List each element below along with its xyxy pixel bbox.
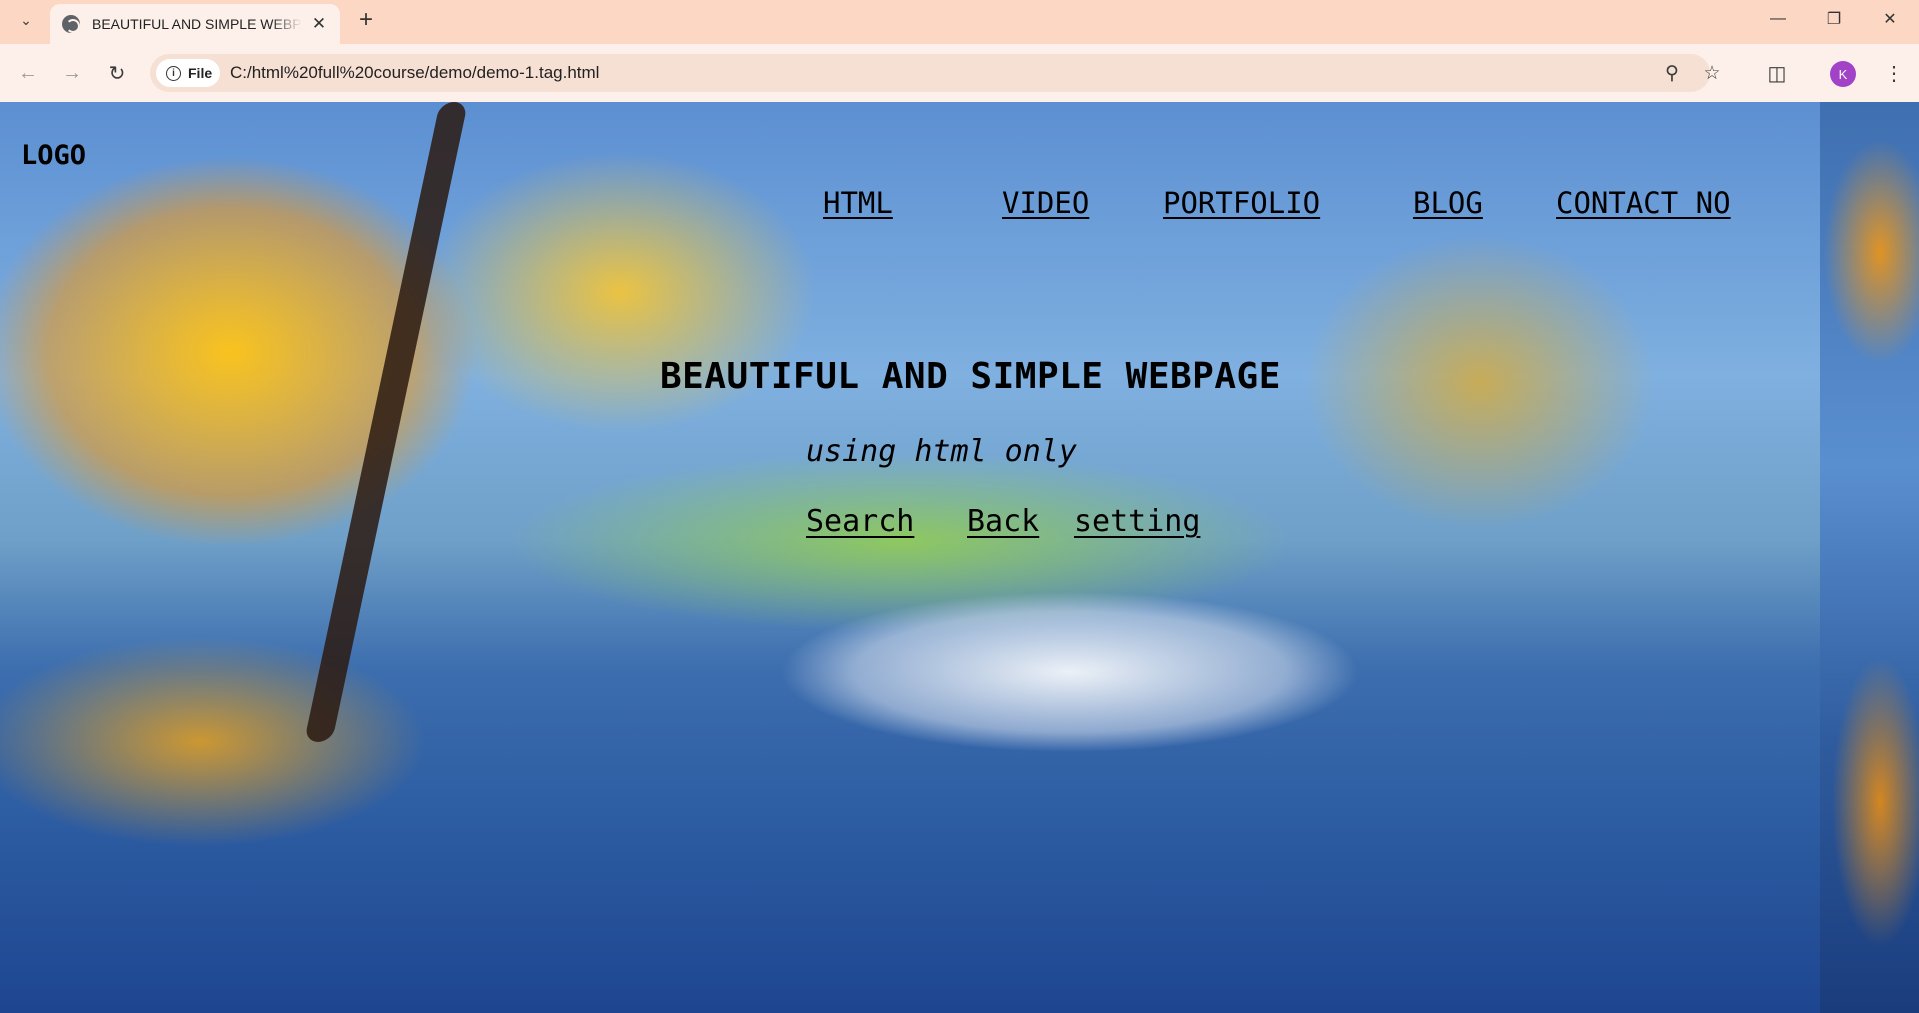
reload-icon[interactable]: ↻ bbox=[101, 57, 133, 89]
nav-link-contact[interactable]: CONTACT NO bbox=[1556, 186, 1731, 220]
puzzle-icon[interactable]: ◫ bbox=[1761, 57, 1793, 89]
site-chip-label: File bbox=[188, 65, 213, 81]
nav-link-video[interactable]: VIDEO bbox=[1002, 186, 1089, 220]
search-link[interactable]: Search bbox=[806, 504, 914, 539]
close-icon[interactable]: ✕ bbox=[308, 13, 330, 35]
browser-toolbar: ← → ↻ i File C:/html%20full%20course/dem… bbox=[0, 44, 1919, 102]
url-text[interactable]: C:/html%20full%20course/demo/demo-1.tag.… bbox=[230, 63, 599, 83]
nav-link-portfolio[interactable]: PORTFOLIO bbox=[1163, 186, 1320, 220]
page-viewport: LOGO HTML VIDEO PORTFOLIO BLOG CONTACT N… bbox=[0, 102, 1919, 1013]
site-info-chip[interactable]: i File bbox=[156, 59, 220, 87]
tab-title: BEAUTIFUL AND SIMPLE WEBPAGE bbox=[92, 16, 302, 32]
kebab-menu-icon[interactable]: ⋮ bbox=[1878, 57, 1910, 89]
info-icon: i bbox=[166, 65, 181, 81]
nav-link-html[interactable]: HTML bbox=[823, 186, 893, 220]
page-subtitle: using html only bbox=[806, 434, 1077, 469]
new-tab-button[interactable]: + bbox=[352, 6, 380, 34]
globe-icon bbox=[62, 15, 80, 33]
minimize-icon[interactable]: — bbox=[1750, 0, 1806, 38]
page-title: BEAUTIFUL AND SIMPLE WEBPAGE bbox=[660, 356, 1281, 397]
browser-tab[interactable]: BEAUTIFUL AND SIMPLE WEBPAGE ✕ bbox=[50, 4, 340, 44]
nav-link-blog[interactable]: BLOG bbox=[1413, 186, 1483, 220]
close-window-icon[interactable]: ✕ bbox=[1862, 0, 1918, 38]
webpage: LOGO HTML VIDEO PORTFOLIO BLOG CONTACT N… bbox=[0, 102, 1820, 1013]
background-image-repeat bbox=[1820, 102, 1919, 1013]
star-icon[interactable]: ☆ bbox=[1698, 59, 1726, 87]
tab-strip: ⌄ BEAUTIFUL AND SIMPLE WEBPAGE ✕ + — ❐ ✕ bbox=[0, 0, 1919, 44]
setting-link[interactable]: setting bbox=[1074, 504, 1200, 539]
restore-icon[interactable]: ❐ bbox=[1806, 0, 1862, 38]
arrow-right-icon[interactable]: → bbox=[56, 57, 88, 89]
avatar[interactable]: K bbox=[1830, 61, 1856, 87]
zoom-icon[interactable]: ⚲ bbox=[1658, 59, 1686, 87]
arrow-left-icon[interactable]: ← bbox=[12, 57, 44, 89]
address-bar[interactable]: i File C:/html%20full%20course/demo/demo… bbox=[150, 54, 1721, 92]
chevron-down-icon[interactable]: ⌄ bbox=[12, 6, 40, 34]
logo: LOGO bbox=[21, 140, 87, 171]
back-link[interactable]: Back bbox=[967, 504, 1039, 539]
